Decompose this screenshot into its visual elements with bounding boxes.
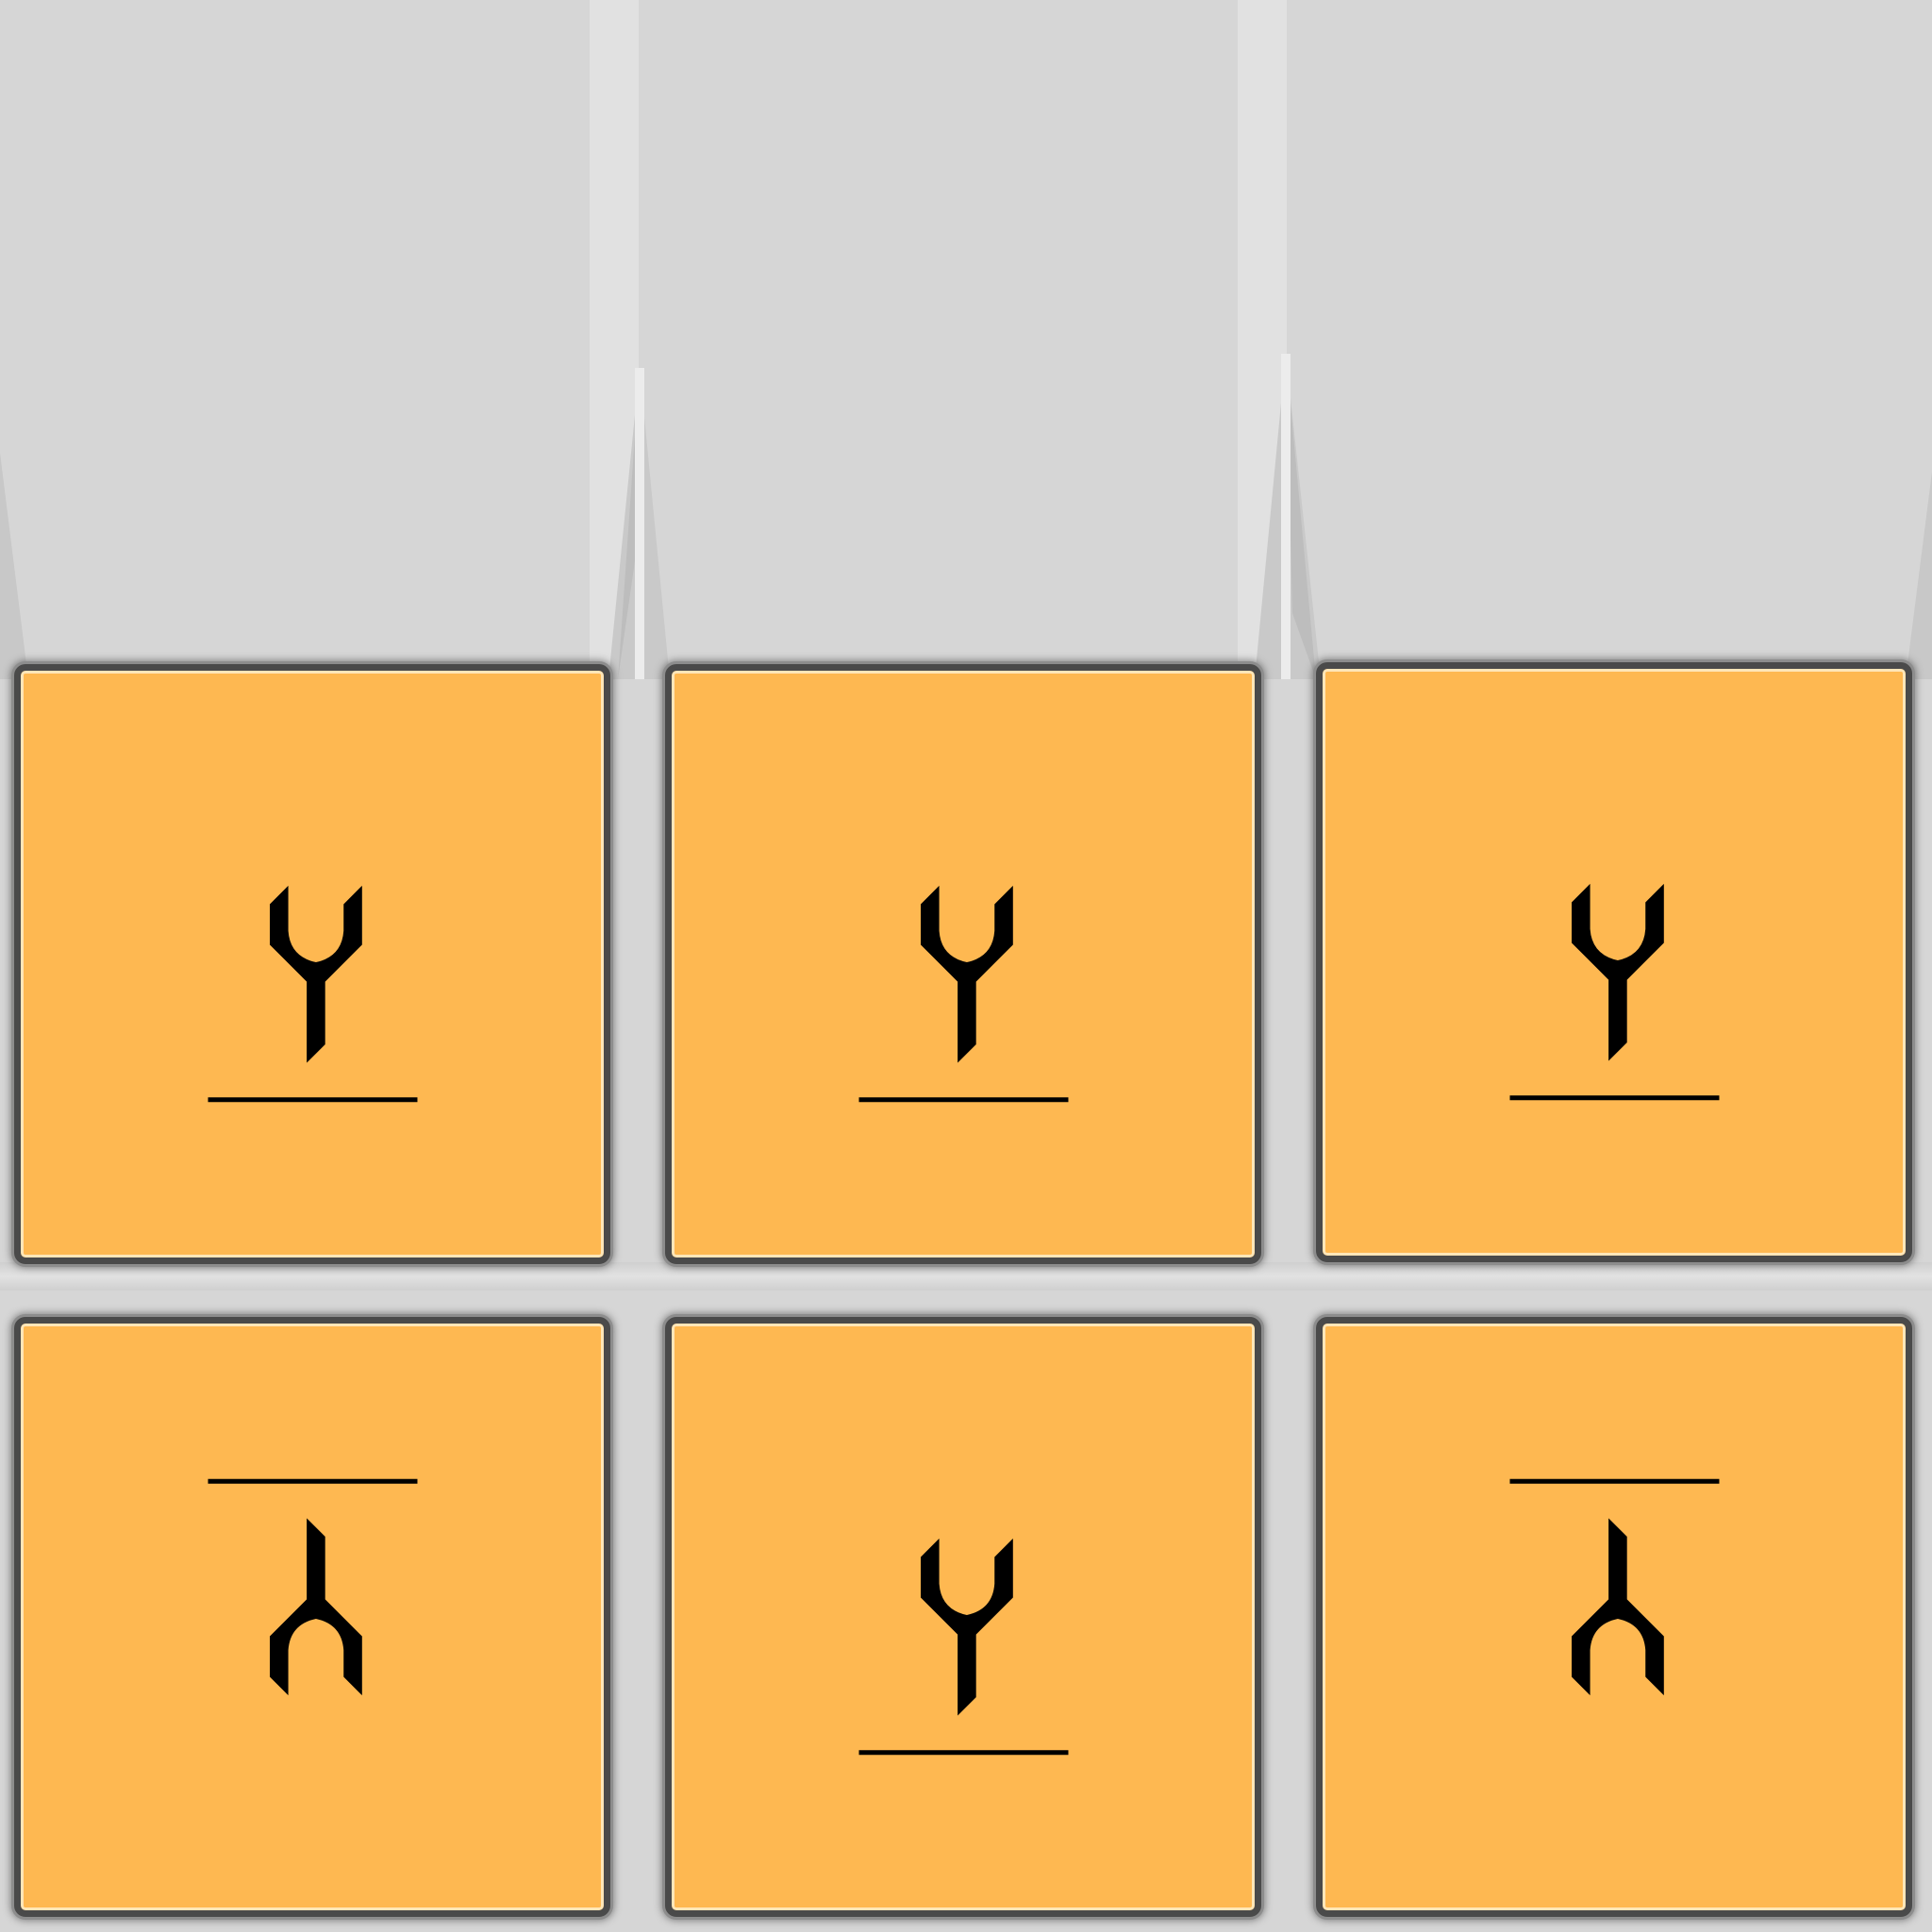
game-board xyxy=(0,0,1932,1932)
fork-up-with-baseline-icon xyxy=(1509,883,1720,1101)
tile-r1-c2[interactable] xyxy=(665,664,1261,1264)
fork-down-with-topline-icon xyxy=(1509,1478,1720,1696)
tile-r1-c3[interactable] xyxy=(1316,662,1912,1262)
row-divider xyxy=(0,1262,1932,1291)
tile-r2-c1[interactable] xyxy=(14,1317,610,1917)
tile-r2-c2[interactable] xyxy=(665,1317,1261,1917)
tile-r1-c1[interactable] xyxy=(14,664,610,1264)
tile-r2-c3[interactable] xyxy=(1316,1317,1912,1917)
fork-down-with-topline-icon xyxy=(208,1478,418,1696)
fork-up-with-baseline-icon xyxy=(858,1538,1069,1756)
board-background-perspective xyxy=(0,0,1932,679)
fork-up-with-baseline-icon xyxy=(858,885,1069,1103)
fork-up-with-baseline-icon xyxy=(208,885,418,1103)
